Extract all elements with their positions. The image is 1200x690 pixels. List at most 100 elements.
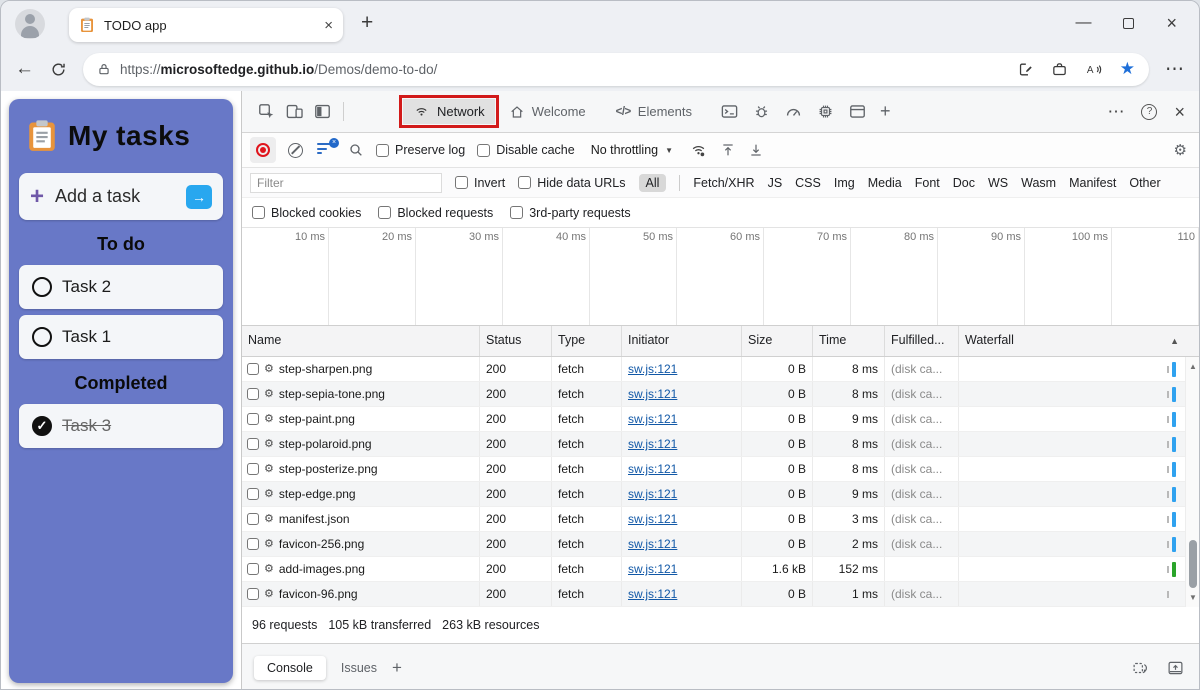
collections-briefcase-icon[interactable]: [1051, 61, 1068, 78]
task-unchecked-icon[interactable]: [32, 327, 52, 347]
initiator-link[interactable]: sw.js:121: [628, 362, 677, 376]
column-header-initiator[interactable]: Initiator: [622, 326, 742, 356]
throttling-dropdown[interactable]: No throttling ▼: [587, 143, 677, 157]
table-row[interactable]: ⚙ add-images.png 200 fetch sw.js:121 1.6 kB 15…: [242, 557, 1199, 582]
add-task-field[interactable]: + Add a task →: [19, 173, 223, 220]
filter-type-img[interactable]: Img: [834, 176, 855, 190]
column-header-waterfall[interactable]: Waterfall ▲: [959, 326, 1199, 356]
sort-ascending-icon[interactable]: ▲: [1170, 326, 1179, 356]
scroll-up-icon[interactable]: ▲: [1186, 362, 1199, 371]
row-checkbox[interactable]: [247, 463, 259, 475]
row-checkbox[interactable]: [247, 363, 259, 375]
filter-type-fetch-xhr[interactable]: Fetch/XHR: [693, 176, 754, 190]
table-row[interactable]: ⚙ step-sharpen.png 200 fetch sw.js:121 0 B8 m…: [242, 357, 1199, 382]
debugger-bug-icon[interactable]: [752, 102, 771, 121]
column-header-status[interactable]: Status: [480, 326, 552, 356]
help-icon[interactable]: ?: [1141, 103, 1158, 120]
new-tab-button[interactable]: +: [361, 11, 373, 35]
filter-type-all[interactable]: All: [638, 173, 667, 192]
filter-type-font[interactable]: Font: [915, 176, 940, 190]
initiator-link[interactable]: sw.js:121: [628, 587, 677, 601]
network-conditions-icon[interactable]: [689, 142, 708, 159]
filter-type-other[interactable]: Other: [1129, 176, 1160, 190]
filter-type-media[interactable]: Media: [868, 176, 902, 190]
scrollbar-thumb[interactable]: [1189, 540, 1197, 588]
scroll-down-icon[interactable]: ▼: [1186, 593, 1199, 602]
filter-type-css[interactable]: CSS: [795, 176, 821, 190]
performance-gauge-icon[interactable]: [784, 102, 803, 121]
initiator-link[interactable]: sw.js:121: [628, 562, 677, 576]
hide-data-urls-checkbox[interactable]: Hide data URLs: [518, 176, 626, 190]
more-tabs-icon[interactable]: +: [880, 101, 891, 122]
profile-avatar-icon[interactable]: [15, 9, 45, 39]
window-close-icon[interactable]: ×: [1166, 14, 1177, 32]
drawer-tab-console[interactable]: Console: [254, 655, 326, 680]
table-row[interactable]: ⚙ step-sepia-tone.png 200 fetch sw.js:121 0 B…: [242, 382, 1199, 407]
column-header-type[interactable]: Type: [552, 326, 622, 356]
import-har-icon[interactable]: [720, 142, 736, 158]
row-checkbox[interactable]: [247, 488, 259, 500]
read-aloud-icon[interactable]: A: [1085, 61, 1103, 78]
device-emulation-icon[interactable]: [280, 99, 308, 125]
table-scrollbar[interactable]: ▲ ▼: [1185, 357, 1199, 607]
application-panel-icon[interactable]: [848, 102, 867, 121]
3rd-party-requests-checkbox[interactable]: 3rd-party requests: [510, 206, 631, 220]
task-item[interactable]: Task 1: [19, 315, 223, 359]
tab-welcome[interactable]: Welcome: [499, 99, 596, 125]
row-checkbox[interactable]: [247, 513, 259, 525]
filter-type-js[interactable]: JS: [768, 176, 783, 190]
table-row[interactable]: ⚙ step-polaroid.png 200 fetch sw.js:121 0 B8 …: [242, 432, 1199, 457]
initiator-link[interactable]: sw.js:121: [628, 437, 677, 451]
task-item[interactable]: ✓ Task 3: [19, 404, 223, 448]
filter-type-ws[interactable]: WS: [988, 176, 1008, 190]
tab-network[interactable]: Network: [403, 99, 495, 124]
expand-quick-view-icon[interactable]: [1166, 659, 1185, 677]
task-checked-icon[interactable]: ✓: [32, 416, 52, 436]
column-header-size[interactable]: Size: [742, 326, 813, 356]
filter-input[interactable]: [250, 172, 442, 193]
filter-icon[interactable]: ×: [317, 138, 339, 157]
favorite-star-icon[interactable]: ★: [1120, 59, 1135, 79]
memory-chip-icon[interactable]: [816, 102, 835, 121]
table-row[interactable]: ⚙ manifest.json 200 fetch sw.js:121 0 B3 ms (d…: [242, 507, 1199, 532]
filter-type-doc[interactable]: Doc: [953, 176, 975, 190]
invert-checkbox[interactable]: Invert: [455, 176, 505, 190]
filter-type-wasm[interactable]: Wasm: [1021, 176, 1056, 190]
initiator-link[interactable]: sw.js:121: [628, 412, 677, 426]
browser-menu-icon[interactable]: ⋯: [1165, 58, 1185, 81]
table-row[interactable]: ⚙ step-posterize.png 200 fetch sw.js:121 0 B8…: [242, 457, 1199, 482]
task-unchecked-icon[interactable]: [32, 277, 52, 297]
row-checkbox[interactable]: [247, 588, 259, 600]
back-icon[interactable]: ←: [15, 58, 34, 80]
blocked-cookies-checkbox[interactable]: Blocked cookies: [252, 206, 361, 220]
drawer-tab-issues[interactable]: Issues: [341, 661, 377, 675]
maximize-icon[interactable]: [1123, 17, 1135, 29]
row-checkbox[interactable]: [247, 563, 259, 575]
preserve-log-checkbox[interactable]: Preserve log: [376, 143, 465, 157]
disable-cache-checkbox[interactable]: Disable cache: [477, 143, 575, 157]
refresh-icon[interactable]: [50, 61, 67, 78]
filter-type-manifest[interactable]: Manifest: [1069, 176, 1116, 190]
inspect-element-icon[interactable]: [252, 99, 280, 125]
clear-network-log-icon[interactable]: [288, 142, 303, 158]
console-panel-icon[interactable]: [720, 102, 739, 121]
initiator-link[interactable]: sw.js:121: [628, 487, 677, 501]
record-network-log-button[interactable]: [250, 137, 276, 163]
export-har-icon[interactable]: [748, 142, 764, 158]
column-header-name[interactable]: Name: [242, 326, 480, 356]
row-checkbox[interactable]: [247, 438, 259, 450]
initiator-link[interactable]: sw.js:121: [628, 537, 677, 551]
column-header-fulfilled-[interactable]: Fulfilled...: [885, 326, 959, 356]
drawer-more-tools-icon[interactable]: +: [392, 658, 402, 678]
dock-side-icon[interactable]: [308, 99, 336, 125]
add-task-submit-button[interactable]: →: [186, 184, 212, 209]
table-row[interactable]: ⚙ favicon-96.png 200 fetch sw.js:121 0 B1 ms(…: [242, 582, 1199, 607]
initiator-link[interactable]: sw.js:121: [628, 462, 677, 476]
task-item[interactable]: Task 2: [19, 265, 223, 309]
table-row[interactable]: ⚙ favicon-256.png 200 fetch sw.js:121 0 B2 ms…: [242, 532, 1199, 557]
row-checkbox[interactable]: [247, 388, 259, 400]
browser-tab[interactable]: TODO app ×: [69, 8, 343, 42]
minimize-icon[interactable]: —: [1075, 14, 1091, 32]
network-settings-gear-icon[interactable]: ⚙: [1174, 141, 1187, 159]
search-icon[interactable]: [348, 142, 364, 158]
